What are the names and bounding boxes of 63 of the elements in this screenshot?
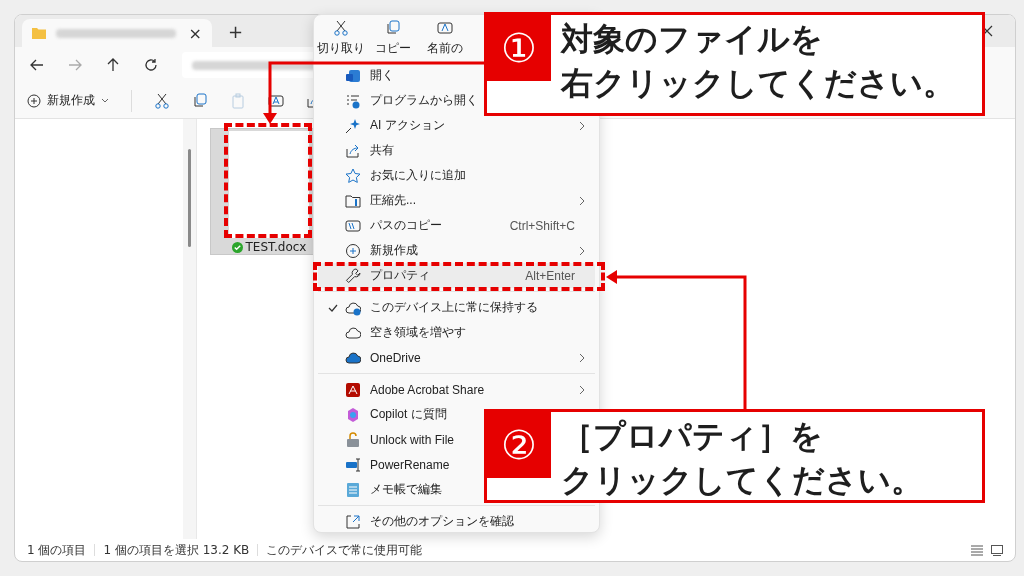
instruction-text: 対象のファイルを [561, 19, 824, 60]
rename-icon [437, 20, 453, 36]
status-text: 1 個の項目を選択 13.2 KB [103, 541, 250, 559]
menu-item[interactable]: 空き領域を増やす [318, 320, 595, 345]
chevron-down-icon [101, 97, 109, 104]
path-icon [345, 217, 361, 234]
close-tab-button[interactable]: × [188, 23, 202, 43]
refresh-icon[interactable] [144, 58, 158, 72]
cut-icon[interactable] [154, 92, 170, 109]
step-number: ② [487, 412, 551, 478]
pdf-icon [345, 381, 361, 398]
status-text: このデバイスで常に使用可能 [266, 541, 423, 559]
notepad-icon [345, 481, 361, 498]
cut-button[interactable]: 切り取り [315, 15, 367, 62]
menu-item[interactable]: Adobe Acrobat Share [318, 377, 595, 402]
copilot-icon [345, 406, 361, 423]
star-icon [345, 167, 361, 184]
menu-item[interactable]: OneDrive [318, 345, 595, 370]
folder-icon [32, 27, 46, 39]
sparkle-icon [345, 117, 361, 134]
rename-icon[interactable] [268, 92, 284, 109]
share-icon [345, 142, 361, 159]
shortcut-text: Alt+Enter [525, 268, 575, 283]
instruction-text: クリックしてください。 [561, 460, 923, 501]
folder-icon [345, 192, 361, 209]
scrollbar-thumb[interactable] [188, 149, 191, 247]
copy-button[interactable]: コピー [367, 15, 419, 62]
rename-icon [345, 456, 361, 473]
file-tile[interactable]: TEST.docx [210, 128, 314, 255]
rename-button[interactable]: 名前の [419, 15, 471, 62]
plus-circle-icon [345, 242, 361, 259]
menu-item[interactable]: 新規作成 [318, 238, 595, 263]
cloud-icon [345, 324, 361, 341]
app-icon [345, 67, 361, 84]
instruction-text: ［プロパティ］を [561, 416, 824, 457]
instruction-text: 右クリックしてください。 [561, 63, 955, 104]
tiles-view-icon[interactable] [991, 544, 1003, 556]
lock-icon [345, 431, 361, 448]
expand-icon [345, 513, 361, 530]
shortcut-text: Ctrl+Shift+C [509, 218, 575, 233]
menu-item[interactable]: お気に入りに追加 [318, 163, 595, 188]
menu-item[interactable]: 圧縮先... [318, 188, 595, 213]
new-button[interactable]: 新規作成 [27, 92, 109, 109]
new-tab-button[interactable]: + [228, 20, 244, 42]
copy-icon [385, 20, 401, 36]
up-icon[interactable] [106, 58, 120, 72]
cut-icon [333, 20, 349, 36]
program-list-icon [345, 92, 361, 109]
window-tab[interactable]: × [22, 19, 212, 47]
menu-item[interactable]: 共有 [318, 138, 595, 163]
cloud-icon [345, 299, 361, 316]
wrench-icon [345, 267, 361, 284]
back-icon[interactable] [30, 58, 44, 72]
cloud-icon [345, 349, 361, 366]
status-text: 1 個の項目 [27, 541, 87, 559]
plus-circle-icon [27, 93, 41, 108]
menu-item[interactable]: AI アクション [318, 113, 595, 138]
file-name: TEST.docx [245, 240, 307, 254]
menu-item[interactable]: このデバイス上に常に保持する [318, 295, 595, 320]
menu-item[interactable]: その他のオプションを確認 [318, 509, 595, 534]
menu-item[interactable]: パスのコピー Ctrl+Shift+C [318, 213, 595, 238]
copy-icon[interactable] [192, 92, 208, 109]
step-number: ① [487, 15, 551, 81]
